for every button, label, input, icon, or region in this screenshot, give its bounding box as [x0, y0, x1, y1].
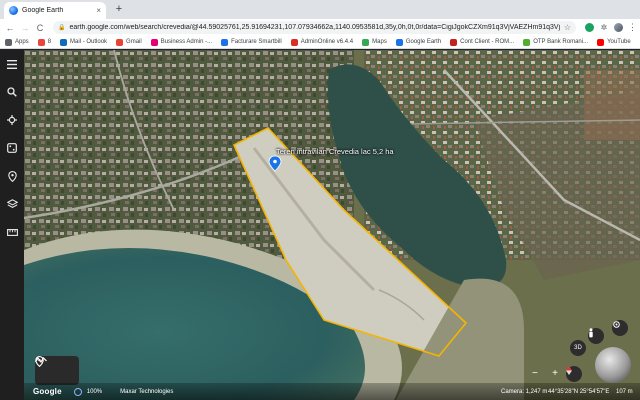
- feeling-lucky-dice-icon[interactable]: [4, 140, 20, 156]
- adminonline-icon: [290, 38, 298, 46]
- search-icon[interactable]: [4, 84, 20, 100]
- youtube-icon: [597, 38, 605, 46]
- bookmark-label: Gmail: [126, 39, 142, 45]
- zoom-percentage: 100%: [86, 388, 103, 395]
- bookmarks-bar: Apps 8 Mail - Outlook Gmail Business Admin -…: [0, 36, 640, 49]
- bookmark-item[interactable]: Cont Client - ROM...: [450, 38, 515, 46]
- earth-left-rail: [0, 50, 24, 400]
- bookmark-label: Cont Client - ROM...: [460, 39, 515, 45]
- maps-icon: [362, 38, 370, 46]
- menu-hamburger-icon[interactable]: [4, 56, 20, 72]
- bookmark-item[interactable]: Facturare Smartbill: [221, 38, 282, 46]
- tab-google-earth[interactable]: Google Earth ×: [4, 2, 106, 19]
- placemark-label[interactable]: Teren intravilan Crevedia lac 5,2 ha: [276, 147, 394, 156]
- bookmark-label: Business Admin -...: [160, 39, 213, 45]
- compass-button[interactable]: [566, 366, 582, 382]
- bookmark-item[interactable]: Google Earth: [395, 38, 442, 46]
- satellite-map-view[interactable]: Teren intravilan Crevedia lac 5,2 ha 3D …: [24, 50, 640, 400]
- tab-strip: Google Earth × +: [0, 0, 640, 19]
- address-url[interactable]: earth.google.com/web/search/crevedia/@44…: [69, 24, 559, 31]
- imagery-provider[interactable]: Maxar Technologies: [120, 389, 173, 395]
- zoom-out-button[interactable]: −: [532, 368, 538, 379]
- bookmark-label: YouTube: [607, 39, 631, 45]
- otp-icon: [523, 38, 531, 46]
- ground-altitude: 107 m: [616, 388, 633, 395]
- bookmark-label: Maps: [372, 39, 387, 45]
- tab-title: Google Earth: [22, 7, 64, 14]
- bookmark-label: Facturare Smartbill: [231, 39, 282, 45]
- measure-ruler-icon[interactable]: [4, 224, 20, 240]
- bookmark-label: AdminOnline v6.4.4: [300, 39, 354, 45]
- bookmark-item[interactable]: Maps: [362, 38, 387, 46]
- earth-icon: [395, 38, 403, 46]
- toggle-3d-button[interactable]: 3D: [570, 340, 586, 356]
- map-style-layers-icon[interactable]: [4, 196, 20, 212]
- overview-globe[interactable]: [595, 347, 631, 383]
- status-bar: Google 100% Maxar Technologies Camera: 1…: [24, 383, 640, 400]
- bookmark-label: Google Earth: [405, 39, 442, 45]
- tab-close-icon[interactable]: ×: [96, 6, 101, 15]
- rom-icon: [450, 38, 458, 46]
- pegman-streetview-icon[interactable]: [588, 328, 604, 344]
- zoom-in-button[interactable]: +: [552, 368, 558, 379]
- telekom-icon: [150, 38, 158, 46]
- reload-button[interactable]: C: [34, 22, 46, 34]
- bookmark-item[interactable]: Gmail: [116, 38, 142, 46]
- data-layers-globe-icon[interactable]: [73, 387, 82, 396]
- google-earth-favicon-icon: [9, 6, 18, 15]
- bookmark-8-icon: [37, 38, 45, 46]
- browser-menu-icon[interactable]: ⋮: [628, 22, 637, 33]
- address-bar[interactable]: 🔒 earth.google.com/web/search/crevedia/@…: [53, 21, 576, 34]
- bookmark-item[interactable]: YouTube: [597, 38, 631, 46]
- apps-icon: [5, 38, 12, 46]
- back-button[interactable]: ←: [4, 22, 16, 34]
- bookmark-item[interactable]: OTP Bank Romani...: [523, 38, 589, 46]
- bookmark-label: 8: [47, 39, 52, 45]
- bookmark-item[interactable]: 8: [37, 38, 52, 46]
- bookmark-item[interactable]: Business Admin -...: [150, 38, 213, 46]
- gmail-icon: [116, 38, 124, 46]
- browser-toolbar: ← → C 🔒 earth.google.com/web/search/crev…: [0, 19, 640, 36]
- extension-green-icon[interactable]: [585, 23, 594, 32]
- bookmark-item[interactable]: Apps: [5, 38, 29, 46]
- bookmark-label: Apps: [15, 39, 29, 45]
- bookmark-label: OTP Bank Romani...: [533, 39, 589, 45]
- smartbill-icon: [221, 38, 229, 46]
- bookmark-label: Mail - Outlook: [70, 39, 108, 45]
- lock-icon: 🔒: [58, 25, 66, 31]
- bookmark-item[interactable]: AdminOnline v6.4.4: [290, 38, 354, 46]
- zoom-control: − +: [532, 367, 558, 379]
- bookmark-star-icon[interactable]: ☆: [564, 23, 571, 32]
- outlook-icon: [60, 38, 68, 46]
- map-tools-panel: [35, 356, 79, 385]
- projects-pin-icon[interactable]: [4, 168, 20, 184]
- profile-avatar[interactable]: [614, 23, 623, 32]
- my-location-icon[interactable]: [612, 320, 628, 336]
- satellite-imagery: [24, 50, 640, 400]
- browser-window: Google Earth × + ← → C 🔒 earth.google.co…: [0, 0, 640, 400]
- voyager-icon[interactable]: [4, 112, 20, 128]
- coordinates: 44°35'28"N 25°54'57"E: [548, 388, 610, 395]
- forward-button[interactable]: →: [19, 22, 31, 34]
- camera-altitude: Camera: 1,247 m: [501, 388, 548, 395]
- bookmark-item[interactable]: Mail - Outlook: [60, 38, 108, 46]
- new-tab-button[interactable]: +: [113, 3, 125, 15]
- google-logo: Google: [33, 387, 62, 396]
- extensions-puzzle-icon[interactable]: ✲: [599, 23, 609, 32]
